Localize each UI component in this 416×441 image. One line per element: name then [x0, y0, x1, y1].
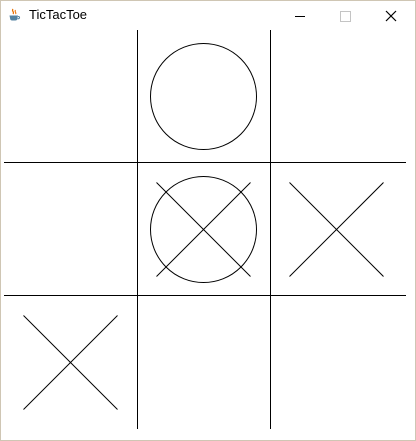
maximize-button[interactable]	[323, 1, 369, 30]
close-icon	[385, 10, 397, 22]
game-board[interactable]	[4, 30, 406, 433]
close-button[interactable]	[369, 1, 415, 30]
minimize-button[interactable]	[277, 1, 323, 30]
board-cell[interactable]	[138, 297, 269, 428]
board-cell[interactable]	[5, 31, 136, 162]
window-title: TicTacToe	[29, 7, 88, 22]
board-cell[interactable]	[5, 164, 136, 295]
title-bar[interactable]: TicTacToe	[1, 1, 415, 30]
board-cell[interactable]	[138, 31, 269, 162]
java-cup-icon	[7, 8, 21, 22]
app-window: TicTacToe	[0, 0, 416, 441]
maximize-icon	[340, 11, 351, 22]
minimize-icon	[295, 16, 305, 17]
board-cell[interactable]	[271, 31, 402, 162]
board-cell[interactable]	[271, 297, 402, 428]
board-canvas[interactable]	[4, 30, 406, 433]
